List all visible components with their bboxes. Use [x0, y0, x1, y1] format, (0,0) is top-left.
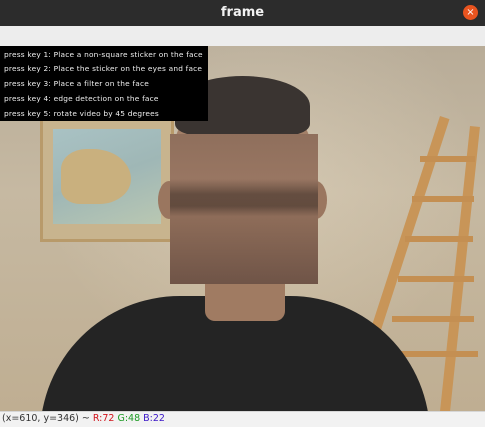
- ladder-rung: [420, 156, 475, 162]
- window-toolbar: [0, 26, 485, 47]
- instruction-line: press key 3: Place a filter on the face: [4, 79, 149, 88]
- cursor-coordinates: (x=610, y=346) ~: [2, 413, 90, 424]
- face-blur-filter: [170, 134, 318, 284]
- instruction-line: press key 4: edge detection on the face: [4, 94, 159, 103]
- ladder-rung: [392, 316, 474, 322]
- instruction-line: press key 2: Place the sticker on the ey…: [4, 64, 203, 73]
- close-icon[interactable]: ×: [463, 5, 478, 20]
- status-bar: (x=610, y=346) ~ R:72 G:48 B:22: [0, 411, 485, 427]
- wall-map-poster: [40, 116, 174, 242]
- video-frame[interactable]: press key 1: Place a non-square sticker …: [0, 46, 485, 411]
- pixel-green-value: G:48: [117, 413, 141, 424]
- key-instructions-overlay: press key 1: Place a non-square sticker …: [0, 46, 208, 121]
- instruction-line: press key 1: Place a non-square sticker …: [4, 50, 203, 59]
- instruction-line: press key 5: rotate video by 45 degrees: [4, 109, 159, 118]
- window-title: frame: [220, 5, 265, 20]
- pixel-red-value: R:72: [92, 413, 115, 424]
- window-titlebar: frame ×: [0, 0, 485, 26]
- ladder-rung: [405, 236, 473, 242]
- ladder-rung: [398, 276, 474, 282]
- ladder-rung: [412, 196, 474, 202]
- pixel-blue-value: B:22: [143, 413, 165, 424]
